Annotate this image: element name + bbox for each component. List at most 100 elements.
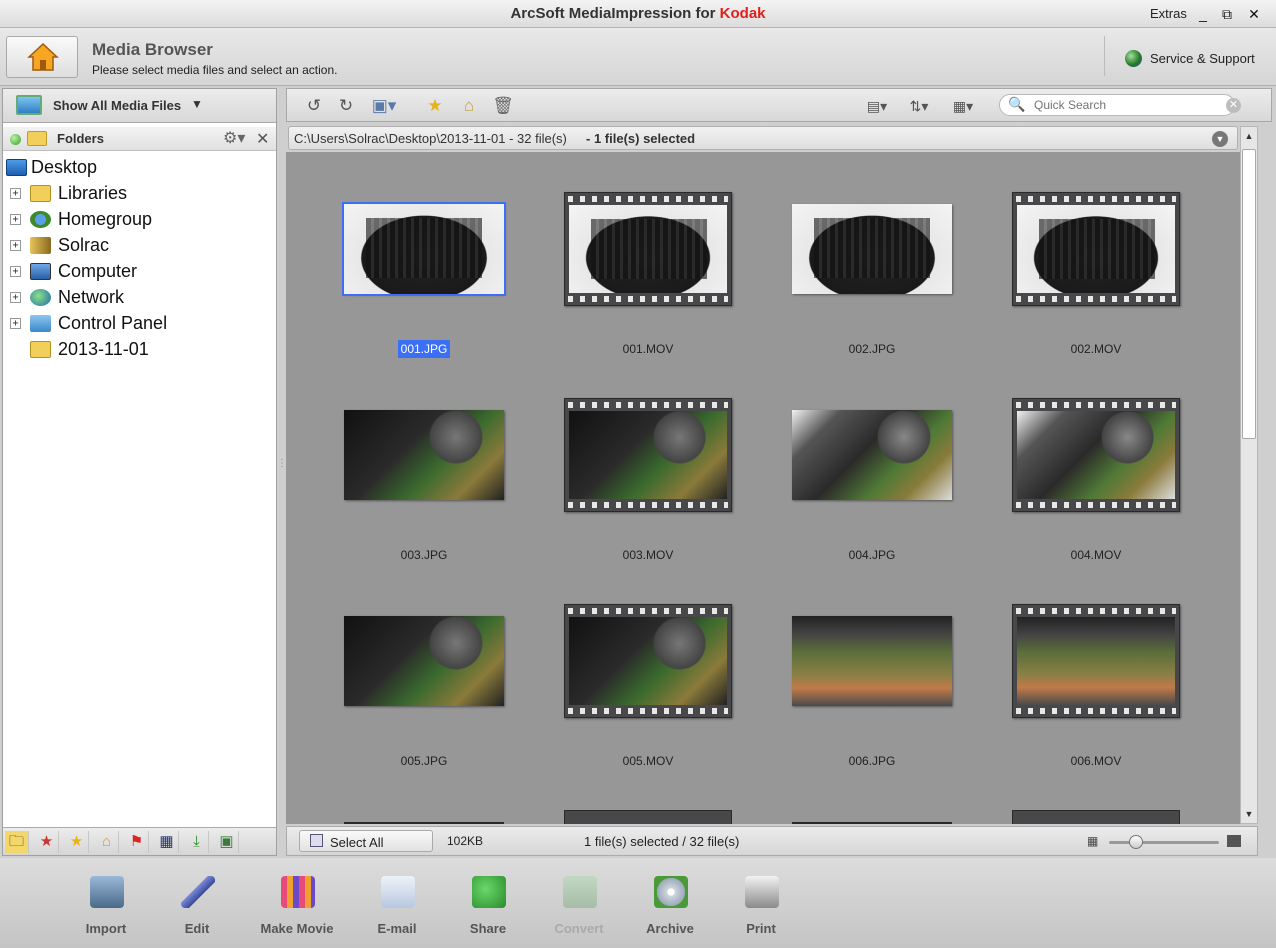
thumbnail-image	[569, 411, 727, 499]
expand-icon[interactable]: +	[10, 240, 21, 251]
tree-item-control-panel[interactable]: + Control Panel	[3, 311, 276, 337]
large-thumbnails-icon[interactable]	[1227, 835, 1241, 847]
rating-star-icon[interactable]: ★	[423, 95, 447, 117]
trash-icon[interactable]: 🗑	[491, 95, 515, 117]
rotate-right-icon[interactable]: ↻	[335, 95, 357, 117]
media-item[interactable]: 002.MOV	[984, 152, 1208, 358]
minimize-button[interactable]: _	[1192, 4, 1214, 24]
video-thumbnail[interactable]	[1012, 398, 1180, 512]
file-name: 002.JPG	[848, 342, 896, 356]
photo-thumbnail[interactable]	[792, 410, 952, 500]
service-support-link[interactable]: Service & Support	[1104, 36, 1274, 76]
rotate-left-icon[interactable]: ↺	[303, 95, 325, 117]
download-icon[interactable]: ⤓	[185, 831, 209, 853]
media-item[interactable]: 005.JPG	[312, 564, 536, 770]
extras-menu[interactable]: Extras	[1150, 6, 1187, 21]
scroll-up-icon[interactable]: ▲	[1241, 127, 1257, 145]
media-item[interactable]: 004.JPG	[760, 358, 984, 564]
small-thumbnails-icon[interactable]: ▦	[1087, 834, 1098, 848]
media-item-partial[interactable]	[564, 810, 732, 824]
user-folder-icon	[30, 237, 51, 254]
favorite-folder-icon[interactable]: ★	[35, 831, 59, 853]
close-button[interactable]: ✕	[1243, 4, 1265, 24]
e-mail-button[interactable]: E-mail	[357, 876, 437, 946]
media-impression-window: ArcSoft MediaImpression for Kodak Extras…	[0, 0, 1276, 948]
panel-splitter[interactable]: ⋮	[277, 459, 287, 490]
video-thumbnail[interactable]	[564, 604, 732, 718]
media-item-partial[interactable]	[1012, 810, 1180, 824]
media-item-partial[interactable]	[792, 822, 952, 824]
tree-item-libraries[interactable]: + Libraries	[3, 181, 276, 207]
media-item[interactable]: 001.MOV	[536, 152, 760, 358]
path-dropdown-icon[interactable]: ▼	[1212, 131, 1228, 147]
media-item-partial[interactable]	[344, 822, 504, 824]
photo-thumbnail[interactable]	[344, 410, 504, 500]
photo-thumbnail[interactable]	[792, 616, 952, 706]
slider-knob[interactable]	[1129, 835, 1143, 849]
scrollbar-thumb[interactable]	[1242, 149, 1256, 439]
media-filter-dropdown[interactable]: Show All Media Files ▼	[3, 89, 276, 123]
scroll-down-icon[interactable]: ▼	[1241, 805, 1257, 823]
video-thumbnail[interactable]	[1012, 604, 1180, 718]
media-item[interactable]: 006.MOV	[984, 564, 1208, 770]
grid-view-icon[interactable]: ▣	[215, 831, 239, 853]
tree-item-solrac[interactable]: + Solrac	[3, 233, 276, 259]
film-strip-icon	[1016, 196, 1176, 202]
video-thumbnail[interactable]	[564, 398, 732, 512]
edit-button[interactable]: Edit	[157, 876, 237, 946]
grid-scrollbar[interactable]: ▲ ▼	[1240, 126, 1258, 824]
expand-icon[interactable]: +	[10, 188, 21, 199]
folder-view-icon[interactable]: 🗀	[5, 831, 29, 853]
folders-header: Folders ⚙▾ ✕	[3, 127, 276, 151]
media-item[interactable]: 001.JPG	[312, 152, 536, 358]
action-label: Archive	[646, 921, 694, 936]
close-icon[interactable]: ✕	[256, 129, 269, 149]
file-name: 006.JPG	[848, 754, 896, 768]
rating-star-icon[interactable]: ★	[65, 831, 89, 853]
video-thumbnail[interactable]	[1012, 192, 1180, 306]
media-item[interactable]: 005.MOV	[536, 564, 760, 770]
tree-item-network[interactable]: + Network	[3, 285, 276, 311]
desktop-icon	[6, 159, 27, 176]
expand-icon[interactable]: +	[10, 266, 21, 277]
restore-button[interactable]: ⧉	[1216, 4, 1238, 24]
tree-item-computer[interactable]: + Computer	[3, 259, 276, 285]
archive-button[interactable]: Archive	[630, 876, 710, 946]
photo-thumbnail[interactable]	[792, 204, 952, 294]
media-item[interactable]: 004.MOV	[984, 358, 1208, 564]
make-movie-button[interactable]: Make Movie	[257, 876, 337, 946]
tree-item-desktop[interactable]: Desktop	[3, 155, 276, 181]
tag-icon[interactable]: ⌂	[95, 831, 119, 853]
view-mode-icon[interactable]: ▤▾	[859, 95, 895, 117]
expand-icon[interactable]: +	[10, 214, 21, 225]
video-thumbnail[interactable]	[564, 192, 732, 306]
sort-icon[interactable]: ⇅▾	[901, 95, 937, 117]
tag-icon[interactable]: ⌂	[457, 95, 481, 117]
expand-icon[interactable]: +	[10, 318, 21, 329]
photo-thumbnail[interactable]	[344, 616, 504, 706]
flag-icon[interactable]: ⚑	[125, 831, 149, 853]
tree-item-homegroup[interactable]: + Homegroup	[3, 207, 276, 233]
email-envelope-icon	[381, 876, 415, 908]
thumbnail-size-slider[interactable]	[1109, 835, 1219, 849]
print-button[interactable]: Print	[721, 876, 801, 946]
expand-icon[interactable]: +	[10, 292, 21, 303]
calendar-icon[interactable]: ▦	[155, 831, 179, 853]
slideshow-icon[interactable]: ▣▾	[367, 95, 401, 117]
import-button[interactable]: Import	[66, 876, 146, 946]
layout-icon[interactable]: ▦▾	[945, 95, 981, 117]
tree-item-label: Libraries	[58, 183, 128, 203]
clear-search-icon[interactable]: ✕	[1226, 98, 1241, 113]
gear-icon[interactable]: ⚙▾	[223, 128, 245, 148]
media-item[interactable]: 003.MOV	[536, 358, 760, 564]
media-item[interactable]: 006.JPG	[760, 564, 984, 770]
quick-search[interactable]: 🔍 ✕	[999, 94, 1241, 116]
select-all-button[interactable]: Select All	[299, 830, 433, 852]
search-input[interactable]	[1034, 98, 1214, 112]
photo-thumbnail[interactable]	[342, 202, 506, 296]
tree-item-2013-11-01[interactable]: 2013-11-01	[3, 337, 276, 363]
share-button[interactable]: Share	[448, 876, 528, 946]
home-button[interactable]	[6, 36, 78, 78]
media-item[interactable]: 002.JPG	[760, 152, 984, 358]
media-item[interactable]: 003.JPG	[312, 358, 536, 564]
